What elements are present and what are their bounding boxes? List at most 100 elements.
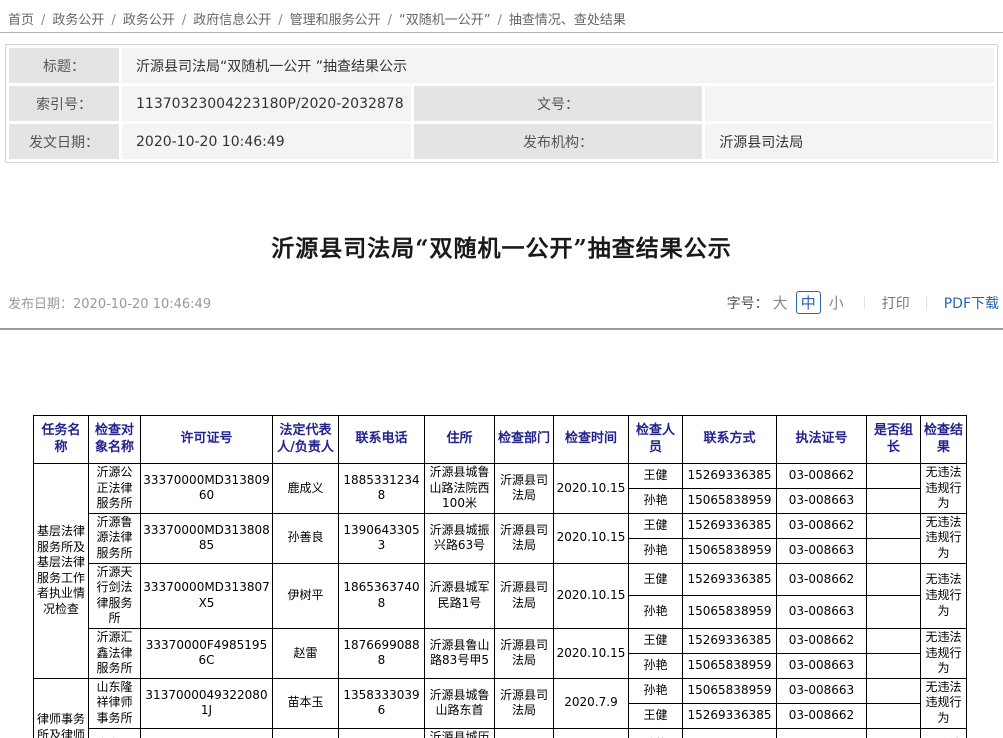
cell-inspector-name: 孙艳 [629, 728, 683, 738]
font-size-large-button[interactable]: 大 [773, 292, 788, 313]
breadcrumb-item[interactable]: 抽查情况、查处结果 [509, 13, 626, 28]
breadcrumb-item[interactable]: 管理和服务公开 [290, 13, 381, 28]
breadcrumb-item[interactable]: 政务公开 [52, 13, 104, 28]
table-row: 基层法律服务所及基层法律服务工作者执业情况检查沂源公正法律服务所33370000… [34, 464, 967, 489]
meta-org-value: 沂源县司法局 [705, 124, 994, 159]
cell-inspector-contact: 15269336385 [683, 628, 777, 653]
cell-address: 沂源县城鲁山路东首 [425, 678, 495, 728]
table-header-row: 任务名称检查对象名称许可证号法定代表人/负责人联系电话住所检查部门检查时间检查人… [34, 416, 967, 464]
cell-inspector-contact: 15065838959 [683, 728, 777, 738]
cell-address: 沂源县城振兴路63号 [425, 513, 495, 563]
cell-inspector-name: 王健 [629, 628, 683, 653]
column-header: 检查结果 [921, 416, 967, 464]
table-row: 沂源鲁源法律服务所33370000MD31380885孙善良1390643305… [34, 513, 967, 538]
meta-index-label: 索引号： [9, 86, 119, 121]
meta-index-value: 11370323004223180P/2020-2032878 [122, 86, 411, 121]
cell-legal-representative: 苗本玉 [273, 678, 339, 728]
cell-inspect-department: 沂源县司法局 [495, 728, 554, 738]
cell-license-number: 33370000MD313807X5 [141, 563, 273, 628]
cell-inspector-cert-number: 03-008663 [777, 728, 867, 738]
cell-inspect-result: 无违法违规行为 [921, 513, 967, 563]
cell-address: 沂源县鲁山路83号甲5 [425, 628, 495, 678]
inspection-results-table: 任务名称检查对象名称许可证号法定代表人/负责人联系电话住所检查部门检查时间检查人… [33, 415, 967, 738]
cell-inspector-name: 孙艳 [629, 488, 683, 513]
cell-inspect-result: 无违法违规行为 [921, 728, 967, 738]
cell-is-team-leader [867, 464, 921, 489]
column-header: 检查部门 [495, 416, 554, 464]
cell-inspect-result: 无违法违规行为 [921, 464, 967, 514]
cell-contact-phone: 13906433053 [339, 513, 425, 563]
breadcrumb-item[interactable]: 政府信息公开 [193, 13, 271, 28]
cell-is-team-leader [867, 513, 921, 538]
cell-inspect-date: 2020.7.9 [554, 728, 629, 738]
breadcrumb-item[interactable]: 政务公开 [123, 13, 175, 28]
cell-legal-representative: 赵雷 [273, 628, 339, 678]
cell-inspect-date: 2020.10.15 [554, 563, 629, 628]
content-divider [0, 328, 1003, 330]
cell-inspect-result: 无违法违规行为 [921, 678, 967, 728]
cell-license-number: 31370000493220801J [141, 678, 273, 728]
breadcrumb-separator: / [111, 13, 115, 28]
cell-address: 沂源县城历山路49号沂源商务大厦B座16楼 [425, 728, 495, 738]
cell-target-name: 山东隆祥律师事务所 [89, 678, 141, 728]
cell-target-name: 沂源汇鑫法律服务所 [89, 628, 141, 678]
column-header: 联系方式 [683, 416, 777, 464]
cell-inspector-contact: 15269336385 [683, 703, 777, 728]
cell-is-team-leader [867, 653, 921, 678]
cell-inspector-cert-number: 03-008663 [777, 538, 867, 563]
cell-legal-representative: 伊树平 [273, 563, 339, 628]
pdf-download-button[interactable]: PDF下载 [944, 293, 999, 313]
column-header: 住所 [425, 416, 495, 464]
cell-inspect-date: 2020.7.9 [554, 678, 629, 728]
column-header: 是否组长 [867, 416, 921, 464]
cell-inspect-department: 沂源县司法局 [495, 563, 554, 628]
publish-row: 发布日期：2020-10-20 10:46:49 字号： 大 中 小 ｜ 打印 … [8, 291, 999, 314]
document-meta-table: 标题： 沂源县司法局“双随机一公开 ”抽查结果公示 索引号： 113703230… [5, 44, 998, 163]
header-divider [0, 32, 1003, 33]
cell-inspector-contact: 15065838959 [683, 488, 777, 513]
cell-inspector-name: 王健 [629, 703, 683, 728]
cell-inspector-contact: 15065838959 [683, 538, 777, 563]
breadcrumb-separator: / [388, 13, 392, 28]
cell-is-team-leader [867, 563, 921, 596]
cell-contact-phone: 13583330396 [339, 678, 425, 728]
cell-inspector-name: 孙艳 [629, 596, 683, 629]
cell-is-team-leader [867, 538, 921, 563]
cell-license-number: 33370000F49851956C [141, 628, 273, 678]
column-header: 检查对象名称 [89, 416, 141, 464]
font-size-medium-button[interactable]: 中 [796, 291, 821, 314]
cell-target-name: 沂源天行剑法律服务所 [89, 563, 141, 628]
font-size-label: 字号： [727, 293, 769, 313]
table-row: 沂源天行剑法律服务所33370000MD313807X5伊树平186536374… [34, 563, 967, 596]
column-header: 检查时间 [554, 416, 629, 464]
cell-inspector-name: 孙艳 [629, 653, 683, 678]
cell-inspector-contact: 15065838959 [683, 678, 777, 703]
column-header: 检查人员 [629, 416, 683, 464]
breadcrumb-separator: / [41, 13, 45, 28]
toolbar-separator: ｜ [858, 293, 872, 313]
column-header: 执法证号 [777, 416, 867, 464]
cell-is-team-leader [867, 728, 921, 738]
cell-inspector-contact: 15269336385 [683, 464, 777, 489]
cell-contact-phone: 18653637408 [339, 563, 425, 628]
cell-inspector-name: 王健 [629, 513, 683, 538]
breadcrumb-item[interactable]: “双随机一公开” [399, 13, 490, 28]
breadcrumb-item[interactable]: 首页 [8, 13, 34, 28]
cell-legal-representative: 孙善良 [273, 513, 339, 563]
print-button[interactable]: 打印 [882, 293, 910, 313]
cell-inspector-name: 王健 [629, 464, 683, 489]
cell-license-number: 31370000493219923R [141, 728, 273, 738]
page-title: 沂源县司法局“双随机一公开”抽查结果公示 [0, 229, 1003, 263]
cell-inspect-result: 无违法违规行为 [921, 563, 967, 628]
cell-inspect-department: 沂源县司法局 [495, 678, 554, 728]
cell-target-name: 山东民意律师事务所 [89, 728, 141, 738]
cell-is-team-leader [867, 703, 921, 728]
breadcrumb-separator: / [498, 13, 502, 28]
cell-inspector-contact: 15065838959 [683, 596, 777, 629]
cell-inspector-contact: 15065838959 [683, 653, 777, 678]
cell-is-team-leader [867, 678, 921, 703]
cell-task-name: 基层法律服务所及基层法律服务工作者执业情况检查 [34, 464, 89, 679]
cell-inspector-cert-number: 03-008663 [777, 596, 867, 629]
publish-date-value: 2020-10-20 10:46:49 [73, 297, 211, 312]
font-size-small-button[interactable]: 小 [829, 292, 844, 313]
